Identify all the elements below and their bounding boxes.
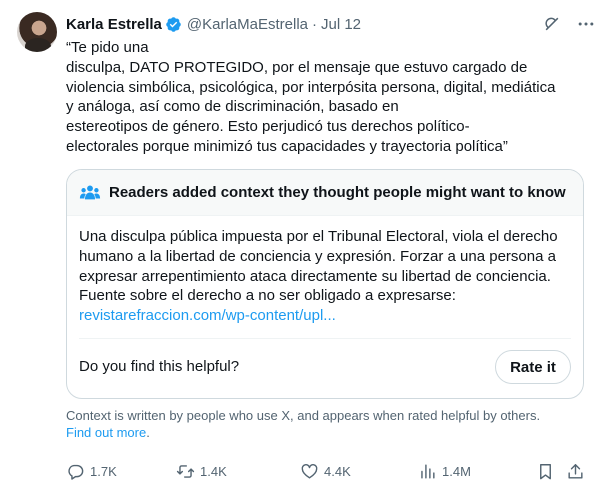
grok-icon[interactable] — [542, 14, 562, 34]
tweet-top-actions — [542, 14, 596, 34]
tweet-text-line: violencia simbólica, psicológica, por in… — [66, 78, 556, 96]
reply-count: 1.7K — [90, 464, 117, 479]
find-out-more-row: Find out more. — [66, 424, 150, 441]
like-icon — [301, 464, 318, 479]
repost-count: 1.4K — [200, 464, 227, 479]
reply-button[interactable]: 1.7K — [66, 462, 117, 481]
author-name[interactable]: Karla Estrella — [66, 16, 162, 33]
verified-badge-icon[interactable] — [165, 16, 182, 33]
like-count: 4.4K — [324, 464, 351, 479]
bookmark-button[interactable] — [536, 462, 560, 481]
tweet[interactable]: Karla Estrella @KarlaMaEstrella · Jul 12… — [0, 0, 616, 488]
tweet-date[interactable]: Jul 12 — [321, 16, 361, 33]
tweet-header: Karla Estrella @KarlaMaEstrella · Jul 12 — [66, 14, 361, 34]
tweet-text-line: estereotipos de género. Esto perjudicó t… — [66, 118, 470, 136]
tweet-text-line: disculpa, DATO PROTEGIDO, por el mensaje… — [66, 58, 528, 76]
helpful-question: Do you find this helpful? — [79, 358, 240, 375]
community-note: Readers added context they thought peopl… — [66, 169, 584, 399]
separator-dot: · — [312, 15, 317, 33]
community-note-header[interactable]: Readers added context they thought peopl… — [67, 170, 583, 216]
tweet-actions: 1.7K 1.4K 4.4K 1.4M — [66, 462, 596, 482]
like-button[interactable]: 4.4K — [300, 462, 351, 481]
views-button[interactable]: 1.4M — [418, 462, 471, 481]
tweet-text-line: “Te pido una — [66, 39, 149, 56]
share-button[interactable] — [566, 462, 590, 481]
community-note-line: humano a la libertad de conciencia y exp… — [79, 247, 556, 265]
community-note-source-link[interactable]: revistarefraccion.com/wp-content/upl... — [79, 306, 571, 326]
community-note-line: Fuente sobre el derecho a no ser obligad… — [79, 287, 456, 305]
find-out-more-link[interactable]: Find out more — [66, 425, 146, 440]
divider — [79, 338, 571, 339]
rate-it-button[interactable]: Rate it — [495, 350, 571, 384]
repost-icon — [176, 465, 195, 478]
context-disclaimer: Context is written by people who use X, … — [66, 408, 541, 423]
community-note-title: Readers added context they thought peopl… — [109, 184, 566, 201]
community-note-line: expresar arrepentimiento ataca directame… — [79, 267, 551, 285]
find-out-more-period: . — [146, 425, 150, 440]
more-icon[interactable] — [576, 14, 596, 34]
community-notes-icon — [79, 184, 101, 199]
author-handle[interactable]: @KarlaMaEstrella — [187, 16, 308, 33]
community-note-body: Una disculpa pública impuesta por el Tri… — [67, 216, 583, 326]
tweet-text-line: electorales porque minimizó tus capacida… — [66, 137, 508, 155]
tweet-text: “Te pido una disculpa, DATO PROTEGIDO, p… — [66, 38, 586, 157]
repost-button[interactable]: 1.4K — [176, 462, 227, 481]
share-icon — [568, 464, 583, 479]
community-note-line: Una disculpa pública impuesta por el Tri… — [79, 228, 558, 245]
bookmark-icon — [540, 464, 551, 480]
reply-icon — [68, 464, 84, 480]
tweet-text-line: y análoga, así como de discriminación, b… — [66, 98, 399, 116]
avatar[interactable] — [17, 12, 57, 52]
views-count: 1.4M — [442, 464, 471, 479]
views-icon — [421, 464, 435, 479]
